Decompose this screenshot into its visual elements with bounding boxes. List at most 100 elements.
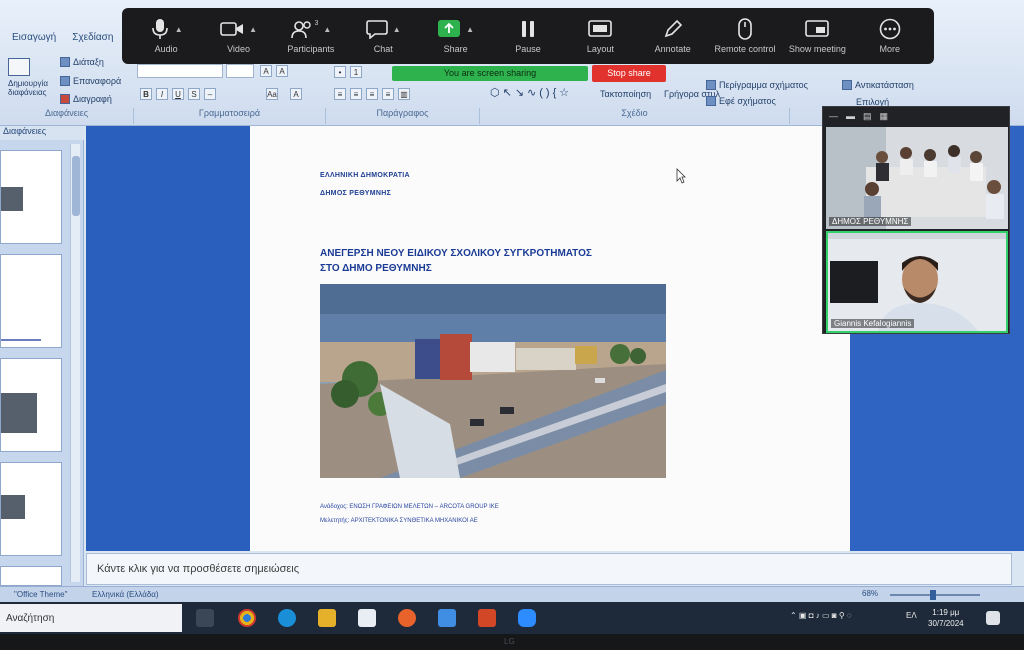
- chrome-icon[interactable]: [238, 609, 256, 627]
- video-tile-room[interactable]: ΔΗΜΟΣ ΡΕΘΥΜΝΗΣ: [826, 127, 1008, 229]
- group-slides: Διαφάνειες: [0, 108, 134, 124]
- slide-org-line1: ΕΛΛΗΝΙΚΗ ΔΗΜΟΚΡΑΤΙΑ: [320, 172, 410, 179]
- sharing-status-pill[interactable]: You are screen sharing: [392, 66, 588, 81]
- chevron-down-icon[interactable]: ▲: [393, 25, 401, 34]
- bullets-icon[interactable]: •: [334, 66, 346, 78]
- font-size-field[interactable]: [226, 64, 254, 78]
- change-case-icon[interactable]: Aa: [266, 88, 278, 100]
- slide-thumbnail[interactable]: [0, 254, 62, 348]
- speaker-view-icon[interactable]: ▤: [863, 111, 872, 122]
- share-label: Share: [443, 44, 468, 54]
- minimize-icon[interactable]: —: [829, 111, 838, 121]
- mouse-cursor-icon: [676, 168, 686, 184]
- file-explorer-icon[interactable]: [318, 609, 336, 627]
- ribbon-tab-insert[interactable]: Εισαγωγή: [12, 32, 56, 52]
- shadow-icon[interactable]: S: [188, 88, 200, 100]
- layout-button[interactable]: Layout: [565, 18, 635, 54]
- taskbar-search[interactable]: Αναζήτηση: [0, 604, 182, 632]
- firefox-icon[interactable]: [398, 609, 416, 627]
- share-button[interactable]: ▲ Share: [421, 18, 491, 54]
- chevron-down-icon[interactable]: ▲: [323, 25, 331, 34]
- notes-pane[interactable]: Κάντε κλικ για να προσθέσετε σημειώσεις: [86, 553, 1012, 585]
- remote-control-button[interactable]: Remote control: [710, 18, 780, 54]
- slide-thumbnail[interactable]: [0, 150, 62, 244]
- shape-gallery[interactable]: ⬡↖↘∿(){☆: [490, 86, 572, 99]
- replace-button[interactable]: Αντικατάσταση: [842, 80, 914, 90]
- slide-thumbnail[interactable]: [0, 566, 62, 586]
- powerpoint-icon[interactable]: [478, 609, 496, 627]
- reset-button[interactable]: Επαναφορά: [60, 76, 121, 86]
- shape-effects-button[interactable]: Εφέ σχήματος: [706, 96, 776, 106]
- thumbnails-header[interactable]: Διαφάνειες: [0, 126, 84, 140]
- arrange-button[interactable]: Τακτοποίηση: [600, 89, 651, 99]
- slide-thumbnail[interactable]: [0, 462, 62, 556]
- video-panel-header: — ▬ ▤ ▦: [823, 107, 1011, 125]
- layout-button[interactable]: Διάταξη: [60, 57, 104, 67]
- font-color-icon[interactable]: A: [290, 88, 302, 100]
- new-slide-button[interactable]: Δημιουργία διαφάνειας: [8, 58, 52, 97]
- scrollbar-thumb[interactable]: [72, 156, 80, 216]
- bold-icon[interactable]: B: [140, 88, 152, 100]
- more-button[interactable]: More: [855, 18, 925, 54]
- mail-icon[interactable]: [438, 609, 456, 627]
- grow-font-icon[interactable]: A: [260, 65, 272, 77]
- numbering-icon[interactable]: 1: [350, 66, 362, 78]
- task-view-icon[interactable]: [196, 609, 214, 627]
- participants-button[interactable]: 3 ▲ Participants: [276, 18, 346, 55]
- audio-button[interactable]: ▲ Audio: [131, 18, 201, 54]
- align-right-icon[interactable]: ≡: [366, 88, 378, 100]
- video-tile-speaker[interactable]: Giannis Kefalogiannis: [826, 231, 1008, 333]
- zoom-slider-knob[interactable]: [930, 590, 936, 600]
- outline-icon: [706, 80, 716, 90]
- language-indicator[interactable]: Ελληνικά (Ελλάδα): [92, 590, 159, 599]
- video-button[interactable]: ▲ Video: [204, 18, 274, 54]
- show-meeting-icon: [805, 20, 830, 37]
- align-left-icon[interactable]: ≡: [334, 88, 346, 100]
- font-name-field[interactable]: [137, 64, 223, 78]
- shape-outline-button[interactable]: Περίγραμμα σχήματος: [706, 80, 808, 90]
- chat-icon: [365, 20, 388, 39]
- new-slide-label: Δημιουργία διαφάνειας: [8, 79, 48, 97]
- new-slide-icon: [8, 58, 30, 76]
- ribbon-tab-design[interactable]: Σχεδίαση: [72, 32, 113, 52]
- annotate-button[interactable]: Annotate: [638, 18, 708, 54]
- delete-button[interactable]: Διαγραφή: [60, 94, 112, 104]
- shrink-font-icon[interactable]: A: [276, 65, 288, 77]
- show-meeting-button[interactable]: Show meeting: [782, 18, 852, 54]
- italic-icon[interactable]: I: [156, 88, 168, 100]
- tray-icons[interactable]: ⌃ ▣ ◘ ♪ ▭ ◙ ⚲ ◌: [790, 611, 852, 620]
- input-language[interactable]: ΕΛ: [906, 611, 917, 620]
- hide-video-icon[interactable]: ▬: [846, 111, 855, 121]
- zoom-app-icon[interactable]: [518, 609, 536, 627]
- system-clock[interactable]: 1:19 μμ 30/7/2024: [928, 607, 964, 629]
- align-center-icon[interactable]: ≡: [350, 88, 362, 100]
- edge-icon[interactable]: [278, 609, 296, 627]
- gallery-view-icon[interactable]: ▦: [880, 111, 889, 122]
- slide-thumbnail[interactable]: [0, 358, 62, 452]
- underline-icon[interactable]: U: [172, 88, 184, 100]
- chevron-down-icon[interactable]: ▲: [466, 25, 474, 34]
- monitor-logo: LG: [504, 637, 515, 646]
- effects-icon: [706, 96, 716, 106]
- video-label: Video: [227, 44, 250, 54]
- zoom-percentage[interactable]: 68%: [862, 589, 878, 598]
- justify-icon[interactable]: ≡: [382, 88, 394, 100]
- chevron-down-icon[interactable]: ▲: [175, 25, 183, 34]
- strikethrough-icon[interactable]: –: [204, 88, 216, 100]
- chevron-down-icon[interactable]: ▲: [249, 25, 257, 34]
- pause-button[interactable]: Pause: [493, 18, 563, 54]
- room-video-feed: [826, 127, 1008, 229]
- layout-label: Διάταξη: [73, 57, 104, 67]
- notifications-icon[interactable]: [986, 611, 1000, 625]
- powerpoint-status-bar: "Office Theme" Ελληνικά (Ελλάδα) 68%: [0, 586, 1024, 602]
- group-paragraph: Παράγραφος: [326, 108, 480, 124]
- remote-control-label: Remote control: [714, 44, 776, 54]
- columns-icon[interactable]: ▥: [398, 88, 410, 100]
- current-slide[interactable]: ΕΛΛΗΝΙΚΗ ΔΗΜΟΚΡΑΤΙΑ ΔΗΜΟΣ ΡΕΘΥΜΝΗΣ ΑΝΕΓΕ…: [250, 126, 850, 551]
- stop-share-button[interactable]: Stop share: [592, 65, 666, 82]
- thumbnails-scrollbar[interactable]: [70, 144, 80, 582]
- store-icon[interactable]: [358, 609, 376, 627]
- layout-label: Layout: [586, 44, 614, 54]
- chat-button[interactable]: ▲ Chat: [348, 18, 418, 54]
- outline-label: Περίγραμμα σχήματος: [719, 80, 808, 90]
